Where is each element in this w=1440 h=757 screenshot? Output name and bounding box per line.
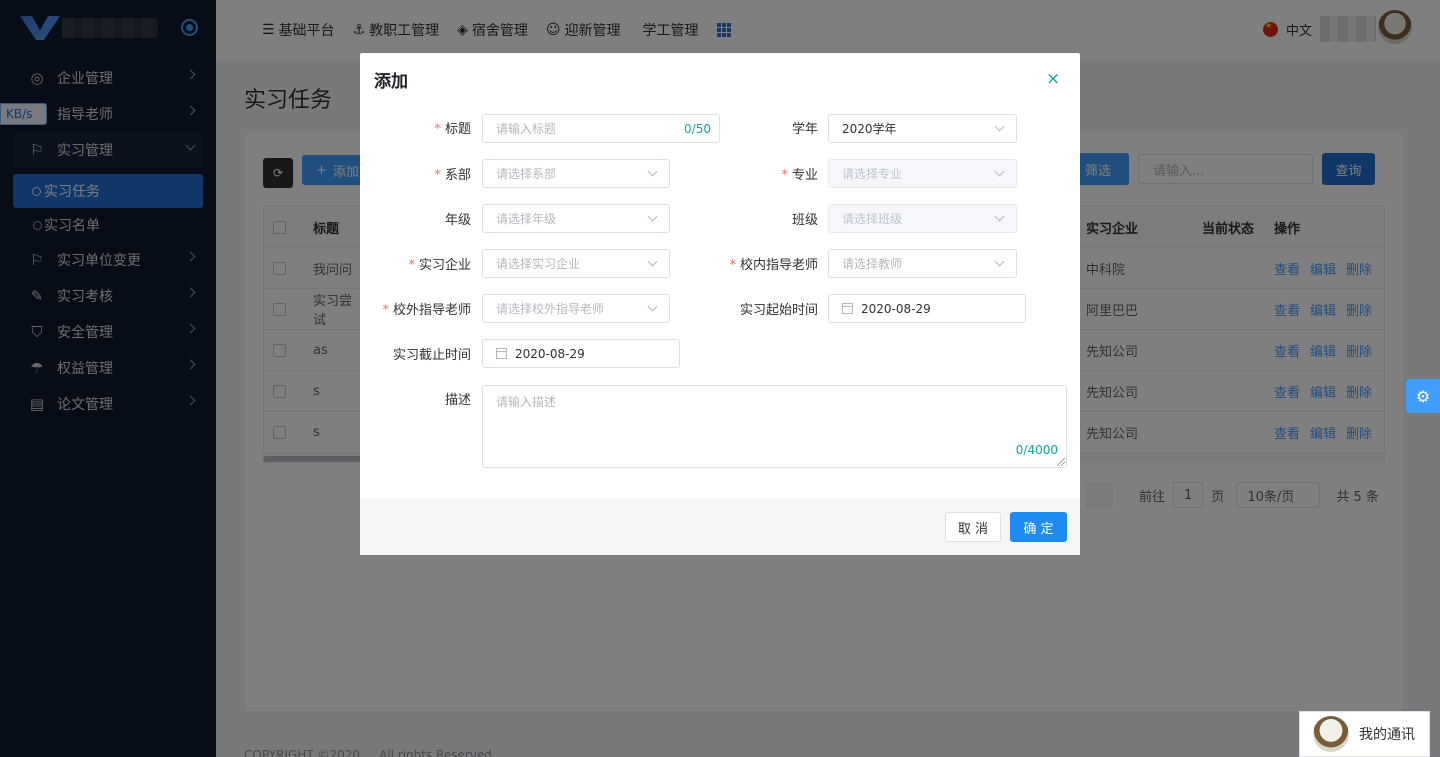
major-select[interactable]: 请选择专业 [828,159,1017,188]
grade-select[interactable]: 请选择年级 [482,204,670,233]
title-input[interactable]: 请输入标题 0/50 [482,114,720,143]
chat-widget[interactable]: 我的通讯 [1299,711,1430,757]
settings-gear-button[interactable]: ⚙ [1406,379,1440,413]
cancel-button[interactable]: 取 消 [945,512,1001,542]
add-dialog: 添加 × * 标题 请输入标题 0/50 学年 2020学年 * 系部 请选择系部 *… [360,53,1080,555]
dept-select[interactable]: 请选择系部 [482,159,670,188]
grade-label: 年级 [444,213,471,228]
end-date-label: 实习截止时间 [392,348,471,363]
start-date-picker[interactable]: 2020-08-29 [828,294,1026,323]
close-icon[interactable]: × [1046,69,1060,89]
calendar-icon [842,303,853,314]
resize-handle[interactable] [1057,458,1065,466]
inner-mentor-label: * 校内指导老师 [729,258,818,273]
enterprise-label: * 实习企业 [408,258,471,273]
dept-label: * 系部 [434,168,471,183]
desc-label: 描述 [444,393,471,408]
outer-mentor-label: * 校外指导老师 [382,303,471,318]
year-select[interactable]: 2020学年 [828,114,1017,143]
major-label: * 专业 [781,168,818,183]
enterprise-select[interactable]: 请选择实习企业 [482,249,670,278]
confirm-button[interactable]: 确 定 [1010,512,1067,542]
calendar-icon [496,348,507,359]
dialog-title: 添加 [374,72,408,92]
gear-icon: ⚙ [1415,386,1431,406]
end-date-picker[interactable]: 2020-08-29 [482,339,680,368]
outer-mentor-select[interactable]: 请选择校外指导老师 [482,294,670,323]
chat-avatar [1313,716,1349,752]
title-label: * 标题 [434,122,471,137]
inner-mentor-select[interactable]: 请选择教师 [828,249,1017,278]
app: KB/s ◎企业管理 指导老师 ⚐实习管理 实习任务 实习名单 ⚐实习单位变更 … [0,0,1440,757]
desc-textarea[interactable]: 请输入描述 0/4000 [482,385,1067,468]
year-label: 学年 [791,122,818,137]
class-label: 班级 [791,213,818,228]
dialog-footer: 取 消 确 定 [360,498,1080,555]
class-select[interactable]: 请选择班级 [828,204,1017,233]
start-date-label: 实习起始时间 [739,303,818,318]
